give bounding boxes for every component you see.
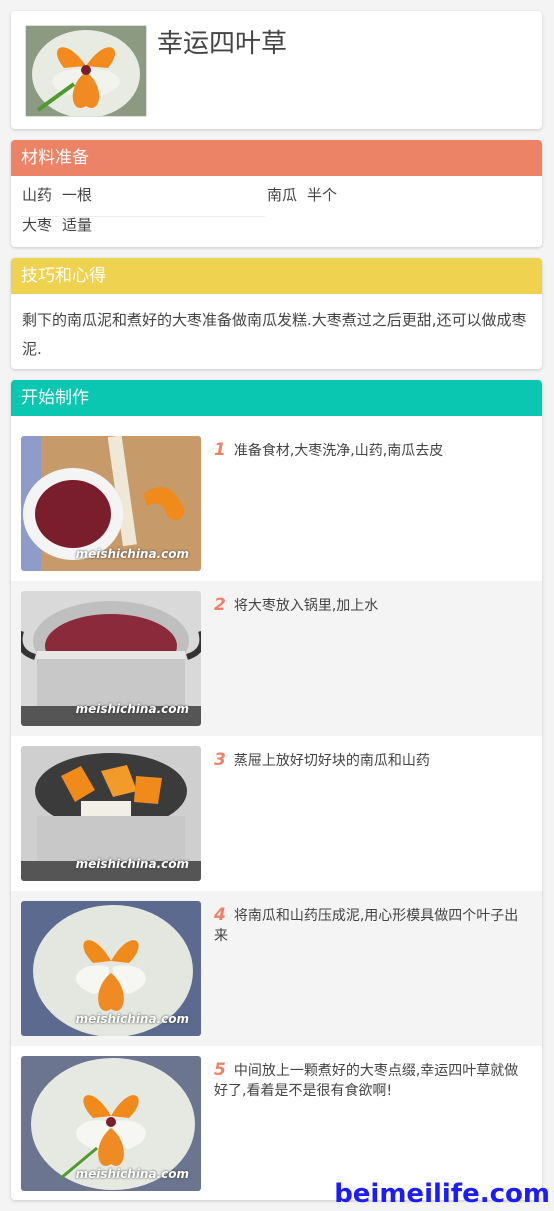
step-photo[interactable]: meishichina.com bbox=[21, 436, 201, 571]
step-item: meishichina.com 5 中间放上一颗煮好的大枣点缀,幸运四叶草就做好了… bbox=[11, 1046, 542, 1200]
recipe-thumbnail[interactable] bbox=[25, 25, 147, 117]
ingredient-row: 山药 一根 南瓜 半个 bbox=[11, 184, 542, 217]
recipe-title: 幸运四叶草 bbox=[157, 29, 288, 59]
step-text: 将大枣放入锅里,加上水 bbox=[233, 598, 379, 614]
step-number: 5 bbox=[214, 1060, 226, 1080]
step-description: 4 将南瓜和山药压成泥,用心形模具做四个叶子出来 bbox=[214, 905, 532, 946]
step-number: 4 bbox=[214, 905, 226, 925]
ingredient-amount: 适量 bbox=[62, 216, 93, 234]
ingredient-name: 大枣 bbox=[22, 216, 53, 234]
ingredient-item: 南瓜 半个 bbox=[267, 184, 337, 205]
step-number: 1 bbox=[214, 440, 226, 460]
photo-watermark: meishichina.com bbox=[75, 1012, 189, 1026]
photo-watermark: meishichina.com bbox=[75, 702, 189, 716]
tips-text: 剩下的南瓜泥和煮好的大枣准备做南瓜发糕.大枣煮过之后更甜,还可以做成枣泥. bbox=[22, 311, 527, 358]
ingredient-item: 山药 一根 bbox=[22, 184, 92, 205]
ingredient-amount: 半个 bbox=[307, 186, 338, 204]
photo-watermark: meishichina.com bbox=[75, 857, 189, 871]
step-description: 1 准备食材,大枣洗净,山药,南瓜去皮 bbox=[214, 440, 532, 461]
step-text: 中间放上一颗煮好的大枣点缀,幸运四叶草就做好了,看着是不是很有食欲啊! bbox=[214, 1063, 519, 1099]
step-description: 3 蒸屉上放好切好块的南瓜和山药 bbox=[214, 750, 532, 771]
step-description: 2 将大枣放入锅里,加上水 bbox=[214, 595, 532, 616]
brand-watermark: beimeilife.com bbox=[334, 1179, 550, 1209]
step-photo[interactable]: meishichina.com bbox=[21, 746, 201, 881]
step-photo[interactable]: meishichina.com bbox=[21, 901, 201, 1036]
ingredient-amount: 一根 bbox=[62, 186, 93, 204]
step-text: 将南瓜和山药压成泥,用心形模具做四个叶子出来 bbox=[214, 908, 519, 944]
step-photo[interactable]: meishichina.com bbox=[21, 1056, 201, 1191]
tips-card: 技巧和心得 剩下的南瓜泥和煮好的大枣准备做南瓜发糕.大枣煮过之后更甜,还可以做成… bbox=[11, 258, 542, 369]
step-item: meishichina.com 4 将南瓜和山药压成泥,用心形模具做四个叶子出来 bbox=[11, 891, 542, 1046]
ingredient-name: 南瓜 bbox=[267, 186, 298, 204]
step-text: 蒸屉上放好切好块的南瓜和山药 bbox=[233, 753, 430, 769]
step-item: meishichina.com 1 准备食材,大枣洗净,山药,南瓜去皮 bbox=[11, 426, 542, 581]
step-number: 3 bbox=[214, 750, 226, 770]
step-description: 5 中间放上一颗煮好的大枣点缀,幸运四叶草就做好了,看着是不是很有食欲啊! bbox=[214, 1060, 532, 1101]
ingredients-heading: 材料准备 bbox=[11, 140, 542, 176]
step-item: meishichina.com 3 蒸屉上放好切好块的南瓜和山药 bbox=[11, 736, 542, 891]
step-photo[interactable]: meishichina.com bbox=[21, 591, 201, 726]
steps-heading: 开始制作 bbox=[11, 380, 542, 416]
ingredient-name: 山药 bbox=[22, 186, 53, 204]
step-item: meishichina.com 2 将大枣放入锅里,加上水 bbox=[11, 581, 542, 736]
ingredient-item: 大枣 适量 bbox=[22, 214, 92, 235]
ingredients-card: 材料准备 山药 一根 南瓜 半个 大枣 适量 bbox=[11, 140, 542, 247]
ingredient-row: 大枣 适量 bbox=[11, 214, 542, 244]
step-number: 2 bbox=[214, 595, 226, 615]
photo-watermark: meishichina.com bbox=[75, 547, 189, 561]
recipe-header-card: 幸运四叶草 bbox=[11, 11, 542, 129]
tips-heading: 技巧和心得 bbox=[11, 258, 542, 294]
step-text: 准备食材,大枣洗净,山药,南瓜去皮 bbox=[233, 443, 444, 459]
photo-watermark: meishichina.com bbox=[75, 1167, 189, 1181]
steps-card: 开始制作 meishichina.com 1 准备食材,大枣洗净,山药,南瓜去皮 bbox=[11, 380, 542, 1200]
